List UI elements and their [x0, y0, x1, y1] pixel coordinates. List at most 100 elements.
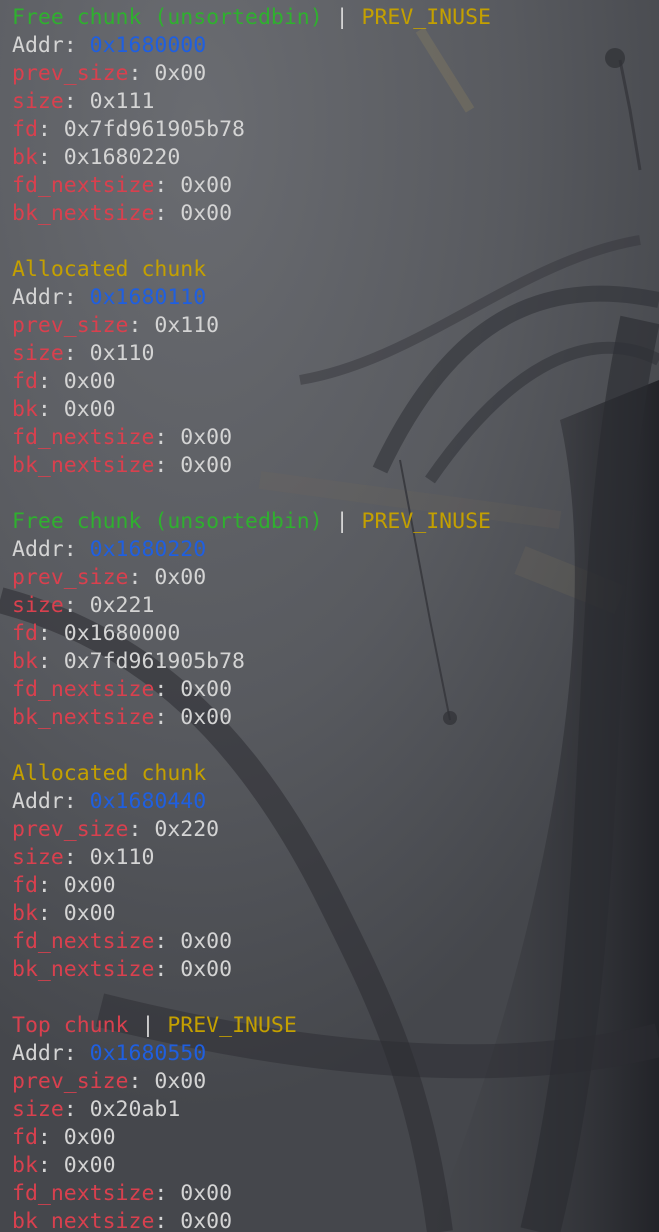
field-value: 0x7fd961905b78	[63, 649, 245, 674]
separator: :	[154, 453, 181, 478]
separator: :	[128, 565, 155, 590]
separator: :	[37, 873, 64, 898]
field-key: prev_size	[12, 565, 129, 590]
field-key: bk	[12, 1153, 38, 1178]
chunk-header: Free chunk (unsortedbin) | PREV_INUSE	[12, 508, 491, 536]
chunk-addr-row: Addr: 0x1680110	[12, 284, 491, 312]
chunk-address: 0x1680220	[89, 537, 207, 562]
chunk-addr-row: Addr: 0x1680220	[12, 536, 491, 564]
chunk-address: 0x1680440	[89, 789, 207, 814]
field-value: 0x110	[89, 341, 155, 366]
separator: :	[63, 1041, 90, 1066]
field-key: size	[12, 1097, 64, 1122]
field-key: bk_nextsize	[12, 957, 155, 982]
field-value: 0x20ab1	[89, 1097, 181, 1122]
field-key: bk	[12, 649, 38, 674]
field-key: fd	[12, 369, 38, 394]
field-value: 0x00	[63, 1153, 116, 1178]
separator: :	[63, 1097, 90, 1122]
chunk-header: Allocated chunk	[12, 760, 491, 788]
chunk-field-row: prev_size: 0x220	[12, 816, 491, 844]
field-value: 0x1680000	[63, 621, 181, 646]
chunk-type-label: Free chunk (unsortedbin)	[12, 509, 323, 534]
separator: |	[322, 5, 362, 30]
field-value: 0x00	[154, 1069, 207, 1094]
separator: :	[154, 957, 181, 982]
chunk-field-row: size: 0x111	[12, 88, 491, 116]
separator: :	[128, 1069, 155, 1094]
chunk-field-row: fd_nextsize: 0x00	[12, 676, 491, 704]
field-key: bk_nextsize	[12, 453, 155, 478]
field-key: prev_size	[12, 61, 129, 86]
separator: :	[63, 89, 90, 114]
chunk-address: 0x1680110	[89, 285, 207, 310]
chunk-header: Top chunk | PREV_INUSE	[12, 1012, 491, 1040]
terminal-output: Free chunk (unsortedbin) | PREV_INUSE Add…	[12, 4, 491, 1232]
chunk-field-row: bk_nextsize: 0x00	[12, 956, 491, 984]
addr-label: Addr	[12, 1041, 64, 1066]
chunk-field-row: bk: 0x00	[12, 396, 491, 424]
field-value: 0x00	[63, 901, 116, 926]
field-value: 0x1680220	[63, 145, 181, 170]
separator: :	[154, 1209, 181, 1232]
field-value: 0x00	[180, 453, 233, 478]
chunk-field-row: bk_nextsize: 0x00	[12, 452, 491, 480]
chunk-addr-row: Addr: 0x1680000	[12, 32, 491, 60]
field-key: size	[12, 593, 64, 618]
chunk-field-row: fd: 0x00	[12, 872, 491, 900]
field-key: fd	[12, 621, 38, 646]
field-key: bk	[12, 397, 38, 422]
field-key: fd_nextsize	[12, 425, 155, 450]
separator: :	[37, 369, 64, 394]
field-value: 0x7fd961905b78	[63, 117, 245, 142]
chunk-address: 0x1680550	[89, 1041, 207, 1066]
chunk-field-row: size: 0x110	[12, 844, 491, 872]
field-key: size	[12, 89, 64, 114]
chunk-field-row: fd_nextsize: 0x00	[12, 1180, 491, 1208]
chunk-field-row: bk: 0x00	[12, 900, 491, 928]
chunk-field-row: size: 0x20ab1	[12, 1096, 491, 1124]
separator: :	[154, 929, 181, 954]
field-key: fd_nextsize	[12, 677, 155, 702]
separator: :	[154, 201, 181, 226]
separator: :	[63, 285, 90, 310]
chunk-flag: PREV_INUSE	[167, 1013, 297, 1038]
field-value: 0x110	[154, 313, 220, 338]
field-key: prev_size	[12, 817, 129, 842]
field-value: 0x00	[180, 173, 233, 198]
addr-label: Addr	[12, 285, 64, 310]
chunk-field-row: prev_size: 0x00	[12, 1068, 491, 1096]
field-key: bk_nextsize	[12, 705, 155, 730]
separator: :	[37, 145, 64, 170]
separator: :	[37, 649, 64, 674]
separator: :	[63, 593, 90, 618]
field-key: prev_size	[12, 313, 129, 338]
chunk-field-row: fd_nextsize: 0x00	[12, 424, 491, 452]
chunk-field-row: bk: 0x00	[12, 1152, 491, 1180]
addr-label: Addr	[12, 789, 64, 814]
separator: :	[37, 901, 64, 926]
chunk-field-row: fd: 0x7fd961905b78	[12, 116, 491, 144]
field-key: fd	[12, 873, 38, 898]
separator: :	[63, 845, 90, 870]
field-value: 0x00	[180, 1209, 233, 1232]
separator: :	[37, 397, 64, 422]
separator: :	[128, 61, 155, 86]
field-key: fd	[12, 117, 38, 142]
field-value: 0x00	[63, 397, 116, 422]
chunk-field-row: prev_size: 0x00	[12, 60, 491, 88]
chunk-type-label: Allocated chunk	[12, 257, 207, 282]
chunk-field-row: fd_nextsize: 0x00	[12, 928, 491, 956]
separator: :	[154, 1181, 181, 1206]
field-value: 0x221	[89, 593, 155, 618]
chunk-field-row: size: 0x110	[12, 340, 491, 368]
chunk-field-row: bk: 0x1680220	[12, 144, 491, 172]
field-value: 0x220	[154, 817, 220, 842]
field-value: 0x00	[180, 929, 233, 954]
separator: :	[154, 173, 181, 198]
chunk-type-label: Top chunk	[12, 1013, 129, 1038]
